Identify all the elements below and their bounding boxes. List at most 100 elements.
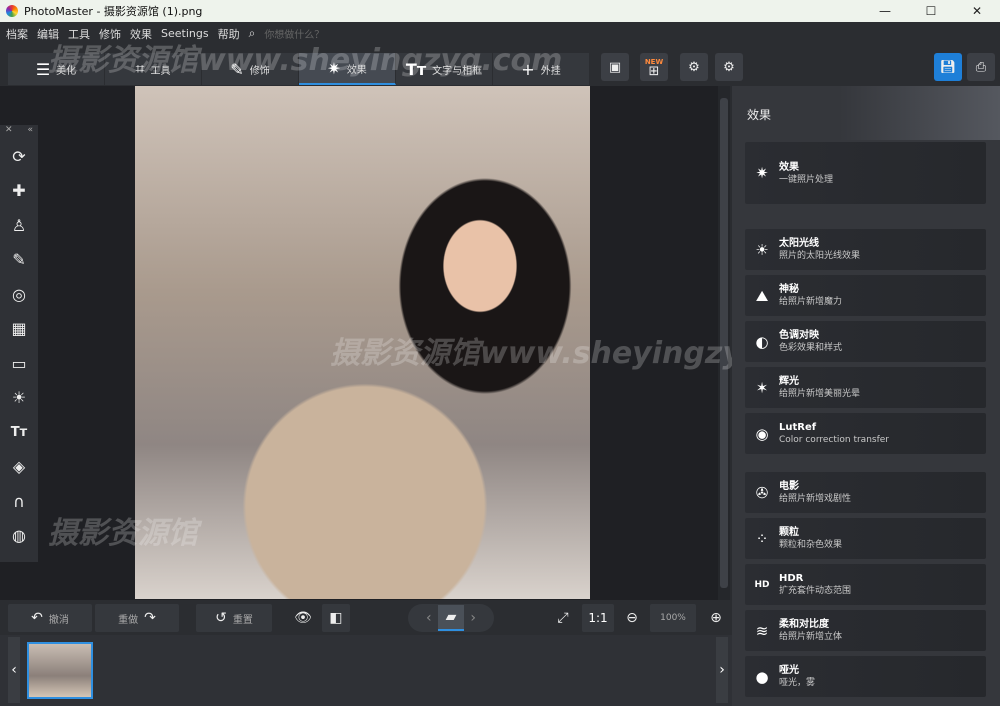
tab-retouch[interactable]: ✎ 修饰	[202, 53, 299, 85]
effect-card-9[interactable]: ● 哑光 哑光，雾	[745, 656, 986, 697]
effect-card-8[interactable]: ≋ 柔和对比度 给照片新增立体	[745, 610, 986, 651]
fit-icon: ⤢	[557, 610, 569, 626]
menu-retouch[interactable]: 修饰	[99, 26, 121, 42]
film-reel-icon: ✇	[755, 483, 769, 502]
photo-canvas[interactable]	[135, 86, 590, 599]
next-file-button[interactable]: ›	[470, 610, 476, 626]
tab-effects[interactable]: ✷ 效果	[299, 53, 396, 85]
preview-button[interactable]: 👁︎	[288, 604, 318, 632]
fill-tool-icon[interactable]: ◈	[0, 450, 38, 485]
crop-icon: ⌗	[135, 59, 145, 78]
glow-wand-icon: ✶	[755, 378, 769, 397]
effect-title: 辉光	[779, 376, 799, 387]
actual-size-button[interactable]: 1:1	[582, 604, 614, 632]
effect-title: 色调对映	[779, 330, 819, 341]
new-feature-button[interactable]: NEW ⊞	[640, 53, 668, 81]
image-button[interactable]: ▣	[601, 53, 629, 81]
effect-card-3[interactable]: ✶ 辉光 给照片新增美丽光晕	[745, 367, 986, 408]
rotate-tool-icon[interactable]: ⟳	[0, 139, 38, 174]
toolbar: ☰ 美化 ⌗ 工具 ✎ 修饰 ✷ 效果 Tт 文字与相框 + 外挂 ▣ NEW ⊞ ⚙ ⚙ 💾…	[0, 45, 1000, 86]
search-icon[interactable]: ⌕	[249, 26, 256, 41]
filmstrip-next-button[interactable]: ›	[716, 637, 728, 703]
stamp-tool-icon[interactable]: ♙	[0, 208, 38, 243]
filmstrip-thumbnail[interactable]	[27, 642, 93, 699]
effects-panel: 效果 ✷ 效果 一键照片处理 ☀ 太阳光线 照片的太阳光线效果 ⛰ 神秘 给照片新增魔力 ◐ 色…	[732, 86, 1000, 706]
effect-title: 神秘	[779, 284, 799, 295]
zoom-in-button[interactable]: ⊕	[704, 604, 728, 632]
tab-plugins[interactable]: + 外挂	[493, 53, 590, 85]
magic-wand-icon: ✷	[327, 58, 341, 78]
title-bar: PhotoMaster - 摄影资源馆 (1).png — ☐ ✕	[0, 0, 1000, 22]
effects-header-card[interactable]: ✷ 效果 一键照片处理	[745, 142, 986, 204]
effect-card-2[interactable]: ◐ 色调对映色彩效果和样式	[745, 321, 986, 362]
folder-icon[interactable]: ▰	[437, 605, 465, 631]
zoom-out-button[interactable]: ⊖	[620, 604, 644, 632]
filmstrip: ‹ ›	[0, 635, 732, 706]
prev-file-button[interactable]: ‹	[426, 610, 432, 626]
contrast-icon: ◐	[755, 332, 769, 351]
light-tool-icon[interactable]: ☀	[0, 381, 38, 416]
healing-tool-icon[interactable]: ✚	[0, 174, 38, 209]
scrollbar-thumb[interactable]	[720, 98, 728, 588]
bottom-bar: ↶ 撤消 重做 ↷ ↺ 重置 👁︎ ◧ ‹ ▰ › ⤢ 1:1 ⊖ 100% ⊕	[0, 600, 732, 635]
tab-text-frames[interactable]: Tт 文字与相框	[396, 53, 493, 85]
text-icon: Tт	[405, 59, 427, 79]
menu-settings[interactable]: Seetings	[161, 27, 209, 40]
effect-subtitle: 色彩效果和样式	[779, 343, 843, 353]
fit-screen-button[interactable]: ⤢	[550, 604, 576, 632]
tab-enhance[interactable]: ☰ 美化	[8, 53, 105, 85]
panel-collapse-button[interactable]: «	[27, 125, 33, 139]
menu-effects[interactable]: 效果	[130, 26, 152, 42]
reset-button[interactable]: ↺ 重置	[196, 604, 272, 632]
sliders-download-icon: ⚙	[723, 59, 735, 75]
menu-file[interactable]: 档案	[6, 26, 28, 42]
tab-tools[interactable]: ⌗ 工具	[105, 53, 202, 85]
brush-tool-icon[interactable]: ✎	[0, 243, 38, 278]
menu-tools[interactable]: 工具	[68, 26, 90, 42]
minus-icon: ⊖	[626, 610, 638, 626]
gradient-tool-icon[interactable]: ▦	[0, 312, 38, 347]
reset-icon: ↺	[215, 610, 227, 626]
effect-card-7[interactable]: HD HDR 扩充套件动态范围	[745, 564, 986, 605]
zoom-level[interactable]: 100%	[650, 604, 696, 632]
image-icon: ▣	[608, 59, 622, 75]
presets-add-button[interactable]: ⚙	[680, 53, 708, 81]
vertical-scrollbar[interactable]	[718, 86, 730, 600]
brush-icon: ✎	[230, 59, 244, 79]
text-tool-icon[interactable]: Tт	[0, 415, 38, 450]
effect-subtitle: 给照片新增立体	[779, 632, 843, 642]
undo-button[interactable]: ↶ 撤消	[8, 604, 92, 632]
effect-card-1[interactable]: ⛰ 神秘 给照片新增魔力	[745, 275, 986, 316]
filmstrip-prev-button[interactable]: ‹	[8, 637, 20, 703]
globe-tool-icon[interactable]: ◍	[0, 519, 38, 554]
effect-card-6[interactable]: ⁘ 颗粒 颗粒和杂色效果	[745, 518, 986, 559]
sliders-add-icon: ⚙	[688, 59, 700, 75]
plus-icon: ⊕	[710, 610, 722, 626]
window-title: PhotoMaster - 摄影资源馆 (1).png	[24, 5, 203, 18]
effect-title: 柔和对比度	[779, 619, 829, 630]
search-input[interactable]: 你想做什么？	[264, 26, 324, 41]
menu-help[interactable]: 帮助	[218, 26, 240, 42]
close-button[interactable]: ✕	[954, 0, 1000, 22]
tool-panel: ✕ « ⟳ ✚ ♙ ✎ ◎ ▦ ▭ ☀ Tт ◈ ∩ ◍	[0, 125, 38, 562]
vignette-tool-icon[interactable]: ▭	[0, 346, 38, 381]
sun-icon: ☀	[755, 240, 769, 259]
minimize-button[interactable]: —	[862, 0, 908, 22]
effect-card-5[interactable]: ✇ 电影 给照片新增戏剧性	[745, 472, 986, 513]
effect-card-0[interactable]: ☀ 太阳光线 照片的太阳光线效果	[745, 229, 986, 270]
magnet-tool-icon[interactable]: ∩	[0, 484, 38, 519]
print-button[interactable]: ⎙	[967, 53, 995, 81]
redo-button[interactable]: 重做 ↷	[95, 604, 179, 632]
maximize-button[interactable]: ☐	[908, 0, 954, 22]
app-logo-icon	[6, 5, 18, 17]
effect-subtitle: Color correction transfer	[779, 435, 889, 445]
compare-button[interactable]: ◧	[322, 604, 350, 632]
panel-close-button[interactable]: ✕	[5, 125, 13, 139]
radial-tool-icon[interactable]: ◎	[0, 277, 38, 312]
grid-icon: ⊞	[648, 64, 660, 79]
presets-download-button[interactable]: ⚙	[715, 53, 743, 81]
effect-card-4[interactable]: ◉ LutRef Color correction transfer	[745, 413, 986, 454]
save-button[interactable]: 💾︎	[934, 53, 962, 81]
menu-edit[interactable]: 编辑	[37, 26, 59, 42]
save-icon: 💾︎	[939, 59, 957, 75]
